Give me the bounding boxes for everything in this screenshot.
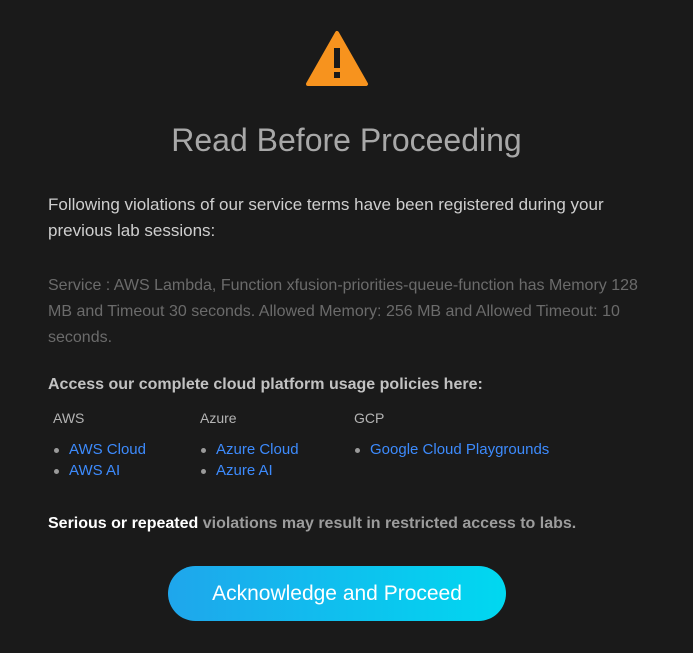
provider-column-gcp: GCP Google Cloud Playgrounds [354,409,549,460]
provider-column-azure: Azure Azure Cloud Azure AI [200,409,299,481]
provider-heading-gcp: GCP [354,410,385,426]
policy-link-list: AWS Cloud AWS AI [53,439,146,481]
azure-ai-link[interactable]: Azure AI [216,462,273,479]
list-item: Azure Cloud [200,439,299,460]
aws-cloud-link[interactable]: AWS Cloud [69,441,146,458]
list-item: Google Cloud Playgrounds [354,439,549,460]
list-item: Azure AI [200,460,299,481]
warning-triangle-icon [306,31,368,86]
violations-intro: Following violations of our service term… [48,195,604,240]
warning-text: violations may result in restricted acce… [198,515,577,532]
aws-ai-link[interactable]: AWS AI [69,462,120,479]
google-cloud-playgrounds-link[interactable]: Google Cloud Playgrounds [370,441,549,458]
list-item: AWS AI [53,460,146,481]
provider-heading-azure: Azure [200,410,237,426]
provider-heading-aws: AWS [53,410,85,426]
dialog-title: Read Before Proceeding [171,122,522,158]
policy-link-list: Google Cloud Playgrounds [354,439,549,460]
azure-cloud-link[interactable]: Azure Cloud [216,441,299,458]
list-item: AWS Cloud [53,439,146,460]
policies-heading: Access our complete cloud platform usage… [48,376,483,393]
violation-detail: Service : AWS Lambda, Function xfusion-p… [48,277,638,346]
policy-link-list: Azure Cloud Azure AI [200,439,299,481]
warning-emphasis: Serious or repeated [48,515,199,532]
acknowledge-button[interactable]: Acknowledge and Proceed [168,566,506,621]
restriction-warning: Serious or repeated violations may resul… [48,515,576,533]
violation-notice-dialog: Read Before Proceeding Following violati… [0,0,693,653]
provider-column-aws: AWS AWS Cloud AWS AI [53,409,146,481]
